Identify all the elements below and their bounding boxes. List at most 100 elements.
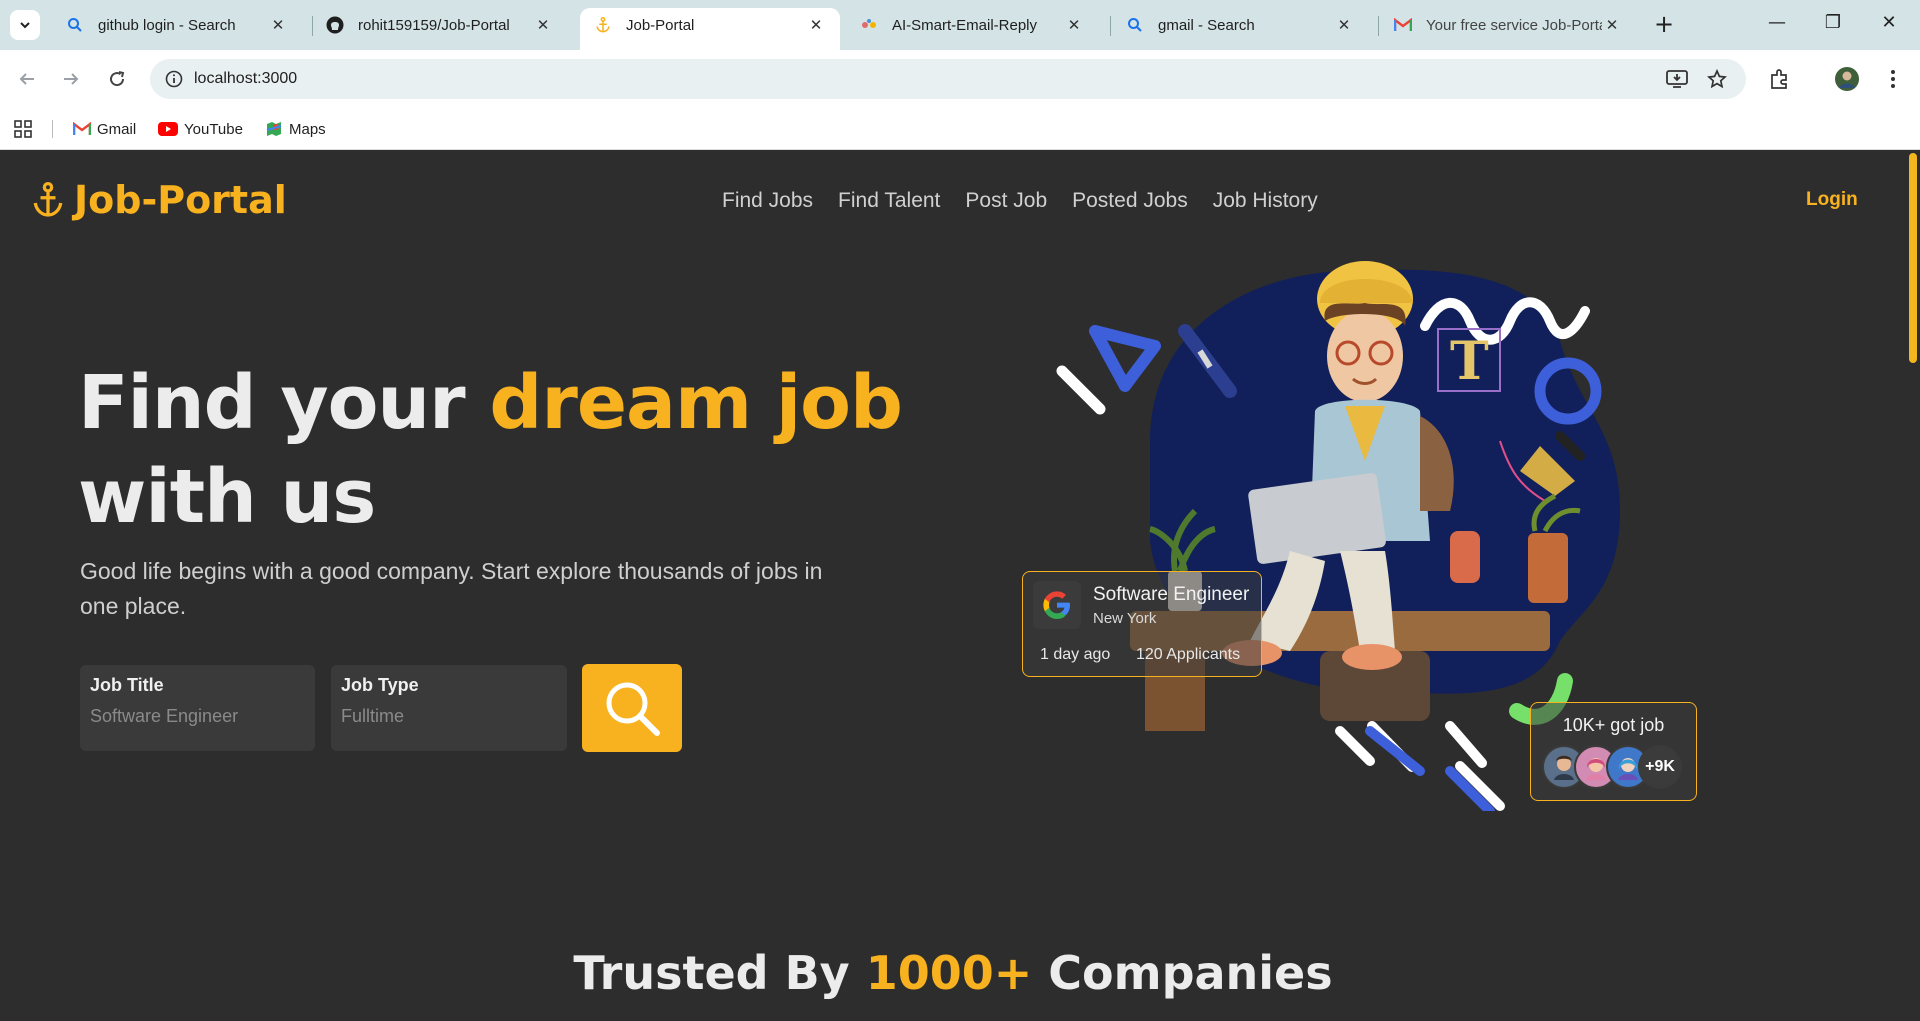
app-icon: [860, 16, 878, 34]
close-icon[interactable]: ✕: [268, 16, 288, 34]
nav-post-job[interactable]: Post Job: [965, 189, 1047, 213]
tab-job-portal[interactable]: Job-Portal ✕: [580, 8, 840, 50]
tab-title: AI-Smart-Email-Reply: [892, 16, 1038, 34]
nav-find-jobs[interactable]: Find Jobs: [722, 189, 813, 213]
bookmark-label: Gmail: [97, 120, 137, 138]
search-button[interactable]: [582, 664, 682, 752]
trusted-heading: Trusted By 1000+ Companies: [0, 946, 1906, 1000]
job-title-input[interactable]: [90, 706, 305, 727]
menu-kebab-icon[interactable]: [1880, 66, 1906, 92]
tab-separator: [1110, 16, 1111, 36]
reload-button[interactable]: [102, 64, 132, 94]
close-icon[interactable]: ✕: [533, 16, 553, 34]
tab-github-repo[interactable]: rohit159159/Job-Portal ✕: [312, 8, 567, 42]
hero-title-part1: Find your: [78, 360, 490, 446]
hired-stat-text: 10K+ got job: [1562, 715, 1665, 735]
bookmark-maps[interactable]: Maps: [265, 118, 326, 140]
trusted-prefix: Trusted By: [573, 946, 866, 1000]
site-info-icon[interactable]: [154, 70, 194, 88]
bookmark-label: YouTube: [184, 120, 243, 138]
forward-button[interactable]: [56, 64, 86, 94]
nav-posted-jobs[interactable]: Posted Jobs: [1072, 189, 1188, 213]
arrow-right-icon: [64, 73, 79, 85]
new-tab-button[interactable]: +: [1651, 12, 1677, 38]
close-window-icon[interactable]: ✕: [1874, 12, 1904, 38]
tab-title: Job-Portal: [626, 16, 695, 34]
address-bar[interactable]: localhost:3000: [150, 59, 1746, 99]
gmail-icon: [1394, 16, 1412, 34]
login-button[interactable]: Login: [1806, 189, 1858, 211]
profile-avatar[interactable]: [1834, 66, 1860, 92]
search-icon: [1126, 16, 1144, 34]
site-logo[interactable]: Job-Portal: [30, 178, 287, 222]
close-icon[interactable]: ✕: [806, 16, 826, 34]
tab-separator: [1378, 16, 1379, 36]
apps-grid-icon[interactable]: [14, 118, 32, 140]
hero-title-highlight: dream job: [489, 360, 903, 446]
maps-icon: [265, 120, 283, 138]
tab-title: github login - Search: [98, 16, 236, 34]
svg-text:T: T: [1450, 331, 1489, 392]
github-icon: [326, 16, 344, 34]
minimize-icon[interactable]: —: [1762, 12, 1792, 38]
search-icon: [66, 16, 84, 34]
close-icon[interactable]: ✕: [1334, 16, 1354, 34]
bookmark-label: Maps: [289, 120, 326, 138]
close-icon[interactable]: ✕: [1602, 16, 1622, 34]
close-icon[interactable]: ✕: [1064, 16, 1084, 34]
avatar-more-count: +9K: [1638, 745, 1682, 789]
back-button[interactable]: [12, 64, 42, 94]
tab-title: gmail - Search: [1158, 16, 1255, 34]
gmail-icon: [73, 122, 91, 136]
job-card-posted: 1 day ago: [1040, 646, 1111, 663]
job-title-field: Job Title: [80, 665, 315, 751]
restore-icon[interactable]: ❐: [1818, 12, 1848, 38]
tab-github-login-search[interactable]: github login - Search ✕: [52, 8, 302, 42]
bookmark-star-icon[interactable]: [1704, 66, 1730, 92]
bookmarks-bar: Gmail YouTube Maps: [0, 108, 1920, 150]
arrow-left-icon: [19, 73, 34, 85]
avatar-group: +9K: [1542, 745, 1682, 789]
search-icon: [606, 682, 660, 736]
main-nav: Find Jobs Find Talent Post Job Posted Jo…: [722, 189, 1343, 213]
job-portal-page: Job-Portal Find Jobs Find Talent Post Jo…: [0, 151, 1920, 1021]
tab-ai-smart-email[interactable]: AI-Smart-Email-Reply ✕: [846, 8, 1098, 42]
job-type-input[interactable]: [341, 706, 557, 727]
job-card-location: New York: [1093, 610, 1157, 627]
hero-title-part2: with us: [78, 454, 376, 540]
job-title-label: Job Title: [90, 675, 164, 695]
logo-text: Job-Portal: [74, 178, 287, 222]
job-type-field: Job Type: [331, 665, 567, 751]
bookmark-gmail[interactable]: Gmail: [73, 118, 136, 140]
anchor-icon: [594, 16, 612, 34]
tab-gmail-search[interactable]: gmail - Search ✕: [1112, 8, 1368, 42]
reload-icon: [110, 71, 125, 87]
tab-gmail-message[interactable]: Your free service Job-Porta ✕: [1380, 8, 1636, 42]
install-app-icon[interactable]: [1664, 66, 1690, 92]
trusted-highlight: 1000+: [865, 946, 1033, 1000]
bookmarks-divider: [52, 120, 53, 138]
extensions-icon[interactable]: [1767, 66, 1793, 92]
youtube-icon: [158, 122, 178, 136]
tab-search-button[interactable]: [10, 10, 40, 40]
chevron-down-icon: [20, 22, 30, 29]
scrollbar-thumb[interactable]: [1909, 153, 1917, 363]
tab-strip: github login - Search ✕ rohit159159/Job-…: [0, 0, 1920, 50]
tab-title: rohit159159/Job-Portal: [358, 16, 510, 34]
url-text: localhost:3000: [194, 70, 298, 87]
anchor-icon: [30, 180, 66, 220]
trusted-suffix: Companies: [1032, 946, 1333, 1000]
job-type-label: Job Type: [341, 675, 419, 695]
google-logo-icon: [1033, 581, 1081, 629]
bookmark-youtube[interactable]: YouTube: [158, 118, 243, 140]
tab-title: Your free service Job-Porta: [1426, 16, 1602, 34]
hero-title: Find your dream job with us: [78, 356, 903, 544]
hero-subtitle: Good life begins with a good company. St…: [80, 558, 823, 619]
nav-job-history[interactable]: Job History: [1213, 189, 1318, 213]
job-card-applicants: 120 Applicants: [1136, 646, 1241, 663]
hired-stat-card: 10K+ got job +9K: [1530, 702, 1697, 801]
job-card[interactable]: Software Engineer New York 1 day ago 120…: [1022, 571, 1262, 677]
nav-find-talent[interactable]: Find Talent: [838, 189, 940, 213]
job-card-role: Software Engineer: [1093, 584, 1250, 605]
page-scrollbar[interactable]: [1906, 151, 1920, 1021]
